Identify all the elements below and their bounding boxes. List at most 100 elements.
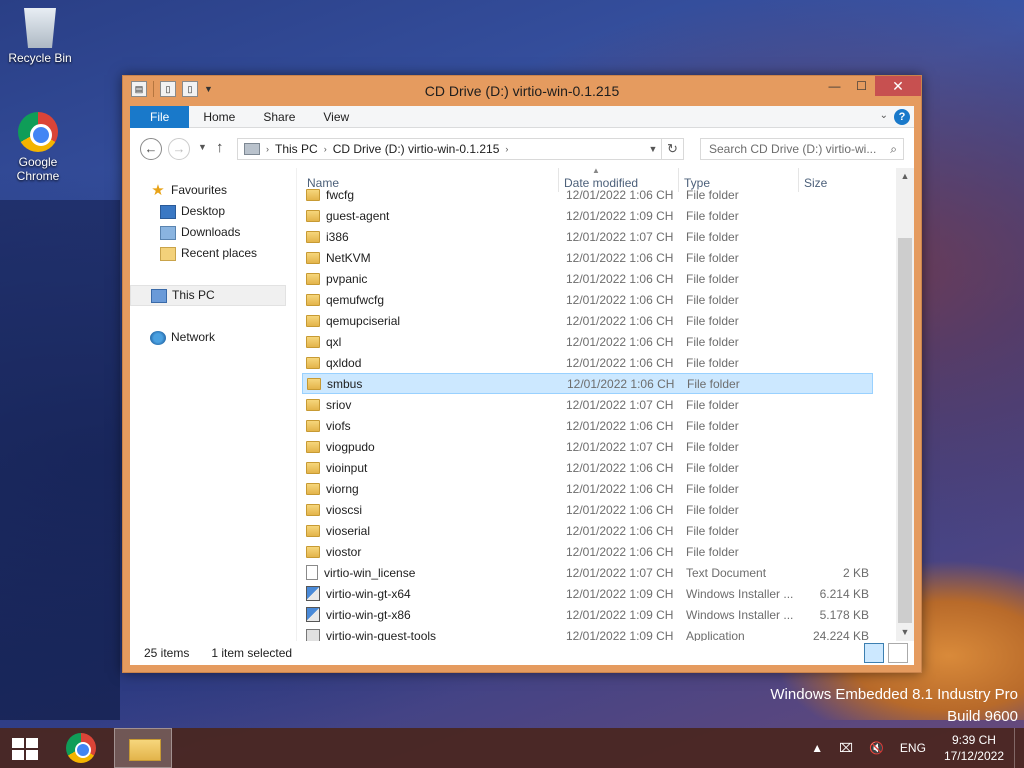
close-button[interactable]: ✕: [875, 76, 921, 96]
clock[interactable]: 9:39 CH 17/12/2022: [934, 732, 1014, 764]
table-row[interactable]: i386 12/01/2022 1:07 CH File folder: [302, 226, 873, 247]
os-edition: Windows Embedded 8.1 Industry Pro: [770, 686, 1018, 703]
input-language[interactable]: ENG: [892, 741, 934, 755]
refresh-button[interactable]: ↻: [662, 138, 684, 160]
star-icon: ★: [151, 182, 165, 199]
file-name: NetKVM: [326, 250, 371, 265]
search-icon[interactable]: ⌕: [890, 139, 897, 159]
expand-ribbon-icon[interactable]: ⌄: [880, 110, 888, 121]
nav-item-this-pc[interactable]: This PC: [130, 285, 286, 306]
folder-icon: [306, 272, 320, 285]
table-row[interactable]: qemupciserial 12/01/2022 1:06 CH File fold…: [302, 310, 873, 331]
back-button[interactable]: ←: [140, 138, 162, 160]
nav-item-favourites[interactable]: ★ Favourites: [130, 180, 296, 201]
desktop-icon-recycle-bin[interactable]: Recycle Bin: [2, 8, 78, 65]
show-hidden-icons-icon[interactable]: ▲: [803, 741, 831, 755]
windows-logo-icon: [12, 738, 24, 748]
table-row[interactable]: qxldod 12/01/2022 1:06 CH File folder: [302, 352, 873, 373]
computer-icon: [151, 288, 167, 303]
file-name-cell: guest-agent: [302, 209, 564, 223]
table-row[interactable]: sriov 12/01/2022 1:07 CH File folder: [302, 394, 873, 415]
tab-view[interactable]: View: [309, 106, 363, 128]
network-status-icon[interactable]: ⌧: [831, 741, 861, 755]
up-button[interactable]: ↑: [216, 139, 224, 156]
address-dropdown-icon[interactable]: ▼: [645, 139, 661, 159]
table-row[interactable]: fwcfg 12/01/2022 1:06 CH File folder: [302, 184, 873, 205]
table-row[interactable]: virtio-win-guest-tools 12/01/2022 1:09 CH…: [302, 625, 873, 641]
title-bar[interactable]: ▤ ▯ ▯ ▼ CD Drive (D:) virtio-win-0.1.215…: [123, 76, 921, 106]
chevron-right-icon[interactable]: ›: [505, 144, 508, 154]
folder-icon: [306, 461, 320, 474]
minimize-button[interactable]: —: [821, 76, 848, 96]
table-row[interactable]: vioinput 12/01/2022 1:06 CH File folder: [302, 457, 873, 478]
file-date: 12/01/2022 1:07 CH: [566, 229, 674, 244]
scroll-up-icon[interactable]: ▲: [896, 168, 914, 185]
start-button[interactable]: [12, 738, 38, 760]
address-bar[interactable]: › This PC › CD Drive (D:) virtio-win-0.1…: [237, 138, 662, 160]
nav-item-desktop[interactable]: Desktop: [130, 201, 296, 222]
taskbar-file-explorer-icon[interactable]: [114, 728, 172, 768]
chevron-right-icon[interactable]: ›: [324, 144, 327, 154]
file-date: 12/01/2022 1:06 CH: [566, 481, 674, 496]
file-name: viorng: [326, 481, 359, 496]
table-row[interactable]: virtio-win-gt-x86 12/01/2022 1:09 CH Windo…: [302, 604, 873, 625]
nav-item-label: Network: [171, 330, 216, 344]
recent-places-icon: [160, 246, 176, 261]
table-row[interactable]: guest-agent 12/01/2022 1:09 CH File folder: [302, 205, 873, 226]
table-row[interactable]: NetKVM 12/01/2022 1:06 CH File folder: [302, 247, 873, 268]
nav-item-network[interactable]: Network: [130, 327, 296, 348]
table-row[interactable]: viorng 12/01/2022 1:06 CH File folder: [302, 478, 873, 499]
file-name-cell: i386: [302, 230, 564, 244]
taskbar-chrome-icon[interactable]: [66, 733, 96, 763]
nav-item-recent-places[interactable]: Recent places: [130, 243, 296, 264]
large-icons-view-button[interactable]: [888, 643, 908, 663]
table-row[interactable]: qemufwcfg 12/01/2022 1:06 CH File folder: [302, 289, 873, 310]
scroll-down-icon[interactable]: ▼: [896, 624, 914, 641]
text-document-icon: [306, 565, 318, 580]
file-type: Windows Installer ...: [686, 607, 794, 622]
table-row[interactable]: viofs 12/01/2022 1:06 CH File folder: [302, 415, 873, 436]
file-date: 12/01/2022 1:06 CH: [566, 544, 674, 559]
search-input[interactable]: Search CD Drive (D:) virtio-wi... ⌕: [700, 138, 904, 160]
maximize-button[interactable]: ☐: [848, 76, 875, 96]
file-type: File folder: [686, 481, 739, 496]
explorer-body: ★ Favourites Desktop Downloads Recent pl…: [130, 168, 914, 641]
scrollbar-thumb[interactable]: [898, 238, 912, 623]
tab-file[interactable]: File: [130, 105, 190, 128]
breadcrumb-this-pc[interactable]: This PC: [275, 142, 318, 156]
folder-icon: [306, 314, 320, 327]
table-row[interactable]: virtio-win-gt-x64 12/01/2022 1:09 CH Windo…: [302, 583, 873, 604]
table-row[interactable]: virtio-win_license 12/01/2022 1:07 CH Text…: [302, 562, 873, 583]
table-row[interactable]: qxl 12/01/2022 1:06 CH File folder: [302, 331, 873, 352]
table-row[interactable]: smbus 12/01/2022 1:06 CH File folder: [302, 373, 873, 394]
chevron-right-icon[interactable]: ›: [266, 144, 269, 154]
wallpaper-tower: [0, 200, 120, 720]
table-row[interactable]: vioscsi 12/01/2022 1:06 CH File folder: [302, 499, 873, 520]
table-row[interactable]: vioserial 12/01/2022 1:06 CH File folder: [302, 520, 873, 541]
file-name-cell: vioscsi: [302, 503, 564, 517]
vertical-scrollbar[interactable]: ▲ ▼: [896, 168, 914, 641]
nav-item-downloads[interactable]: Downloads: [130, 222, 296, 243]
tab-share[interactable]: Share: [249, 106, 309, 128]
details-view-button[interactable]: [864, 643, 884, 663]
volume-muted-icon[interactable]: 🔇: [861, 741, 892, 755]
file-date: 12/01/2022 1:06 CH: [566, 187, 674, 202]
table-row[interactable]: viogpudo 12/01/2022 1:07 CH File folder: [302, 436, 873, 457]
os-build: Build 9600: [947, 708, 1018, 725]
os-watermark: Windows Embedded 8.1 Industry Pro Build …: [770, 684, 1018, 728]
file-name-cell: viorng: [302, 482, 564, 496]
file-name: viostor: [326, 544, 362, 559]
folder-icon: [306, 335, 320, 348]
tab-home[interactable]: Home: [189, 106, 249, 128]
ribbon-tabs: File Home Share View ⌄ ?: [130, 105, 914, 128]
breadcrumb-cd-drive[interactable]: CD Drive (D:) virtio-win-0.1.215: [333, 142, 500, 156]
forward-button[interactable]: →: [168, 138, 190, 160]
table-row[interactable]: viostor 12/01/2022 1:06 CH File folder: [302, 541, 873, 562]
help-icon[interactable]: ?: [894, 109, 910, 125]
desktop-icon-google-chrome[interactable]: Google Chrome: [0, 112, 76, 183]
nav-item-label: This PC: [172, 288, 215, 302]
file-date: 12/01/2022 1:09 CH: [566, 586, 674, 601]
recent-locations-icon[interactable]: ▼: [198, 142, 207, 152]
table-row[interactable]: pvpanic 12/01/2022 1:06 CH File folder: [302, 268, 873, 289]
show-desktop-button[interactable]: [1014, 728, 1024, 768]
